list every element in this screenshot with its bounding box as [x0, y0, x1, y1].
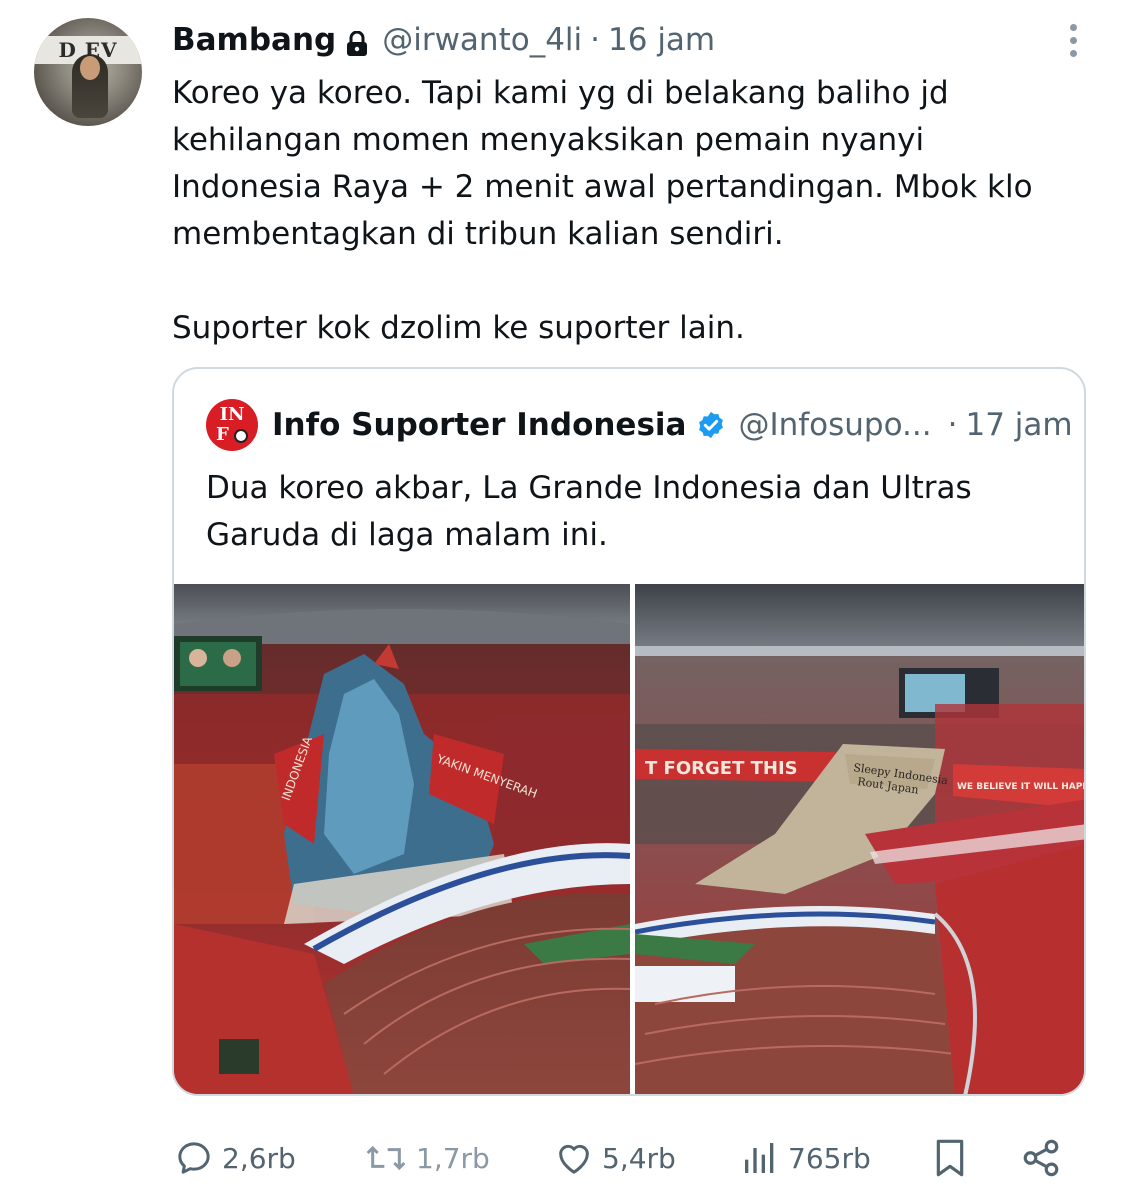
author-avatar[interactable]: D EV — [34, 18, 142, 126]
retweet-count: 1,7rb — [416, 1141, 490, 1175]
quoted-text: Dua koreo akbar, La Grande Indonesia dan… — [206, 470, 972, 553]
author-handle[interactable]: @irwanto_4li — [382, 22, 582, 58]
views-count: 765rb — [788, 1141, 871, 1175]
share-icon — [1023, 1139, 1059, 1177]
tifo-banner-text-a: T FORGET THIS — [645, 758, 798, 779]
photo-koreo-la-grande[interactable]: INDONESIA YAKIN MENYERAH — [174, 584, 630, 1094]
like-count: 5,4rb — [602, 1141, 676, 1175]
photo-koreo-ultras-garuda[interactable]: T FORGET THIS WE BELIEVE IT WILL HAPPEN … — [635, 584, 1086, 1094]
like-button[interactable]: 5,4rb — [554, 1130, 676, 1186]
heart-icon — [559, 1144, 589, 1174]
tifo-banner-text-b: WE BELIEVE IT WILL HAPPEN AGAIN — [957, 782, 1086, 792]
views-chart-icon — [745, 1143, 774, 1173]
author-name[interactable]: Bambang — [172, 22, 336, 58]
retweet-icon — [366, 1145, 406, 1171]
tweet-header: Bambang @irwanto_4li · 16 jam — [172, 18, 715, 62]
quoted-handle[interactable]: @Infosupo... — [738, 407, 931, 443]
reply-count: 2,6rb — [222, 1141, 296, 1175]
reply-button[interactable]: 2,6rb — [174, 1130, 296, 1186]
quoted-avatar-text-1: IN — [219, 404, 245, 425]
quoted-avatar[interactable]: IN F — [206, 399, 258, 451]
views-button[interactable]: 765rb — [740, 1130, 871, 1186]
lock-icon — [346, 29, 368, 56]
quoted-separator: · — [947, 407, 958, 443]
quoted-avatar-text-2: F — [216, 424, 229, 445]
quoted-time[interactable]: 17 jam — [965, 407, 1072, 443]
tweet-text: Koreo ya koreo. Tapi kami yg di belakang… — [172, 75, 1033, 346]
bookmark-button[interactable] — [930, 1130, 978, 1186]
avatar-face — [80, 56, 100, 80]
soccer-ball-icon — [234, 429, 248, 443]
tweet-time[interactable]: 16 jam — [608, 22, 715, 58]
quoted-name[interactable]: Info Suporter Indonesia — [272, 407, 686, 443]
more-options-icon[interactable] — [1066, 24, 1080, 64]
retweet-button[interactable]: 1,7rb — [364, 1130, 490, 1186]
tweet-actions: 2,6rb 1,7rb 5,4rb 765rb — [174, 1130, 1074, 1186]
bookmark-icon — [936, 1139, 964, 1177]
quoted-tweet[interactable]: IN F Info Suporter Indonesia @Infosupo..… — [172, 367, 1086, 1096]
share-button[interactable] — [1020, 1130, 1070, 1186]
tweet[interactable]: D EV Bambang @irwanto_4li · 16 jam Koreo… — [0, 0, 1122, 1200]
quoted-header: Info Suporter Indonesia @Infosupo... · 1… — [272, 403, 1073, 447]
header-separator: · — [590, 22, 601, 58]
verified-badge-icon — [696, 410, 726, 440]
reply-icon — [178, 1142, 210, 1174]
